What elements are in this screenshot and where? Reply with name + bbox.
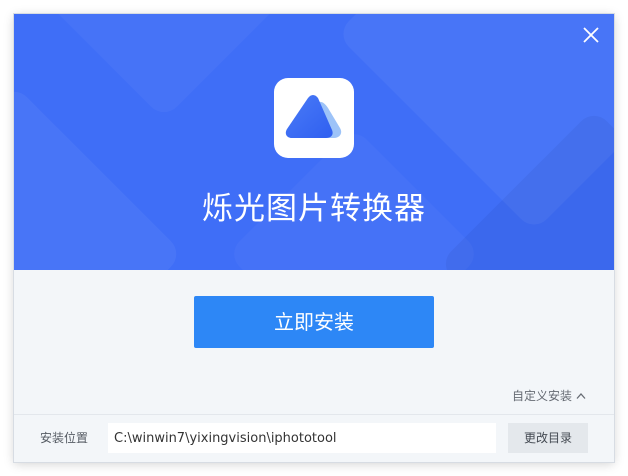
close-button[interactable] [578,22,604,48]
install-path-label: 安装位置 [40,431,89,445]
footer-divider [14,414,614,415]
app-title: 烁光图片转换器 [202,191,426,227]
install-path-input[interactable] [108,423,496,453]
chevron-up-icon [576,393,586,399]
install-now-button[interactable]: 立即安装 [194,296,434,348]
custom-install-label: 自定义安装 [511,389,572,403]
mountain-logo-icon [285,95,342,138]
change-directory-button[interactable]: 更改目录 [508,423,588,453]
installer-window: 烁光图片转换器 立即安装 自定义安装 安装位置 更改目录 [14,14,614,462]
header-banner: 烁光图片转换器 [14,14,614,270]
custom-install-toggle[interactable]: 自定义安装 [512,386,586,406]
background-decoration [14,84,184,270]
app-logo [274,78,354,158]
close-icon [583,27,599,43]
